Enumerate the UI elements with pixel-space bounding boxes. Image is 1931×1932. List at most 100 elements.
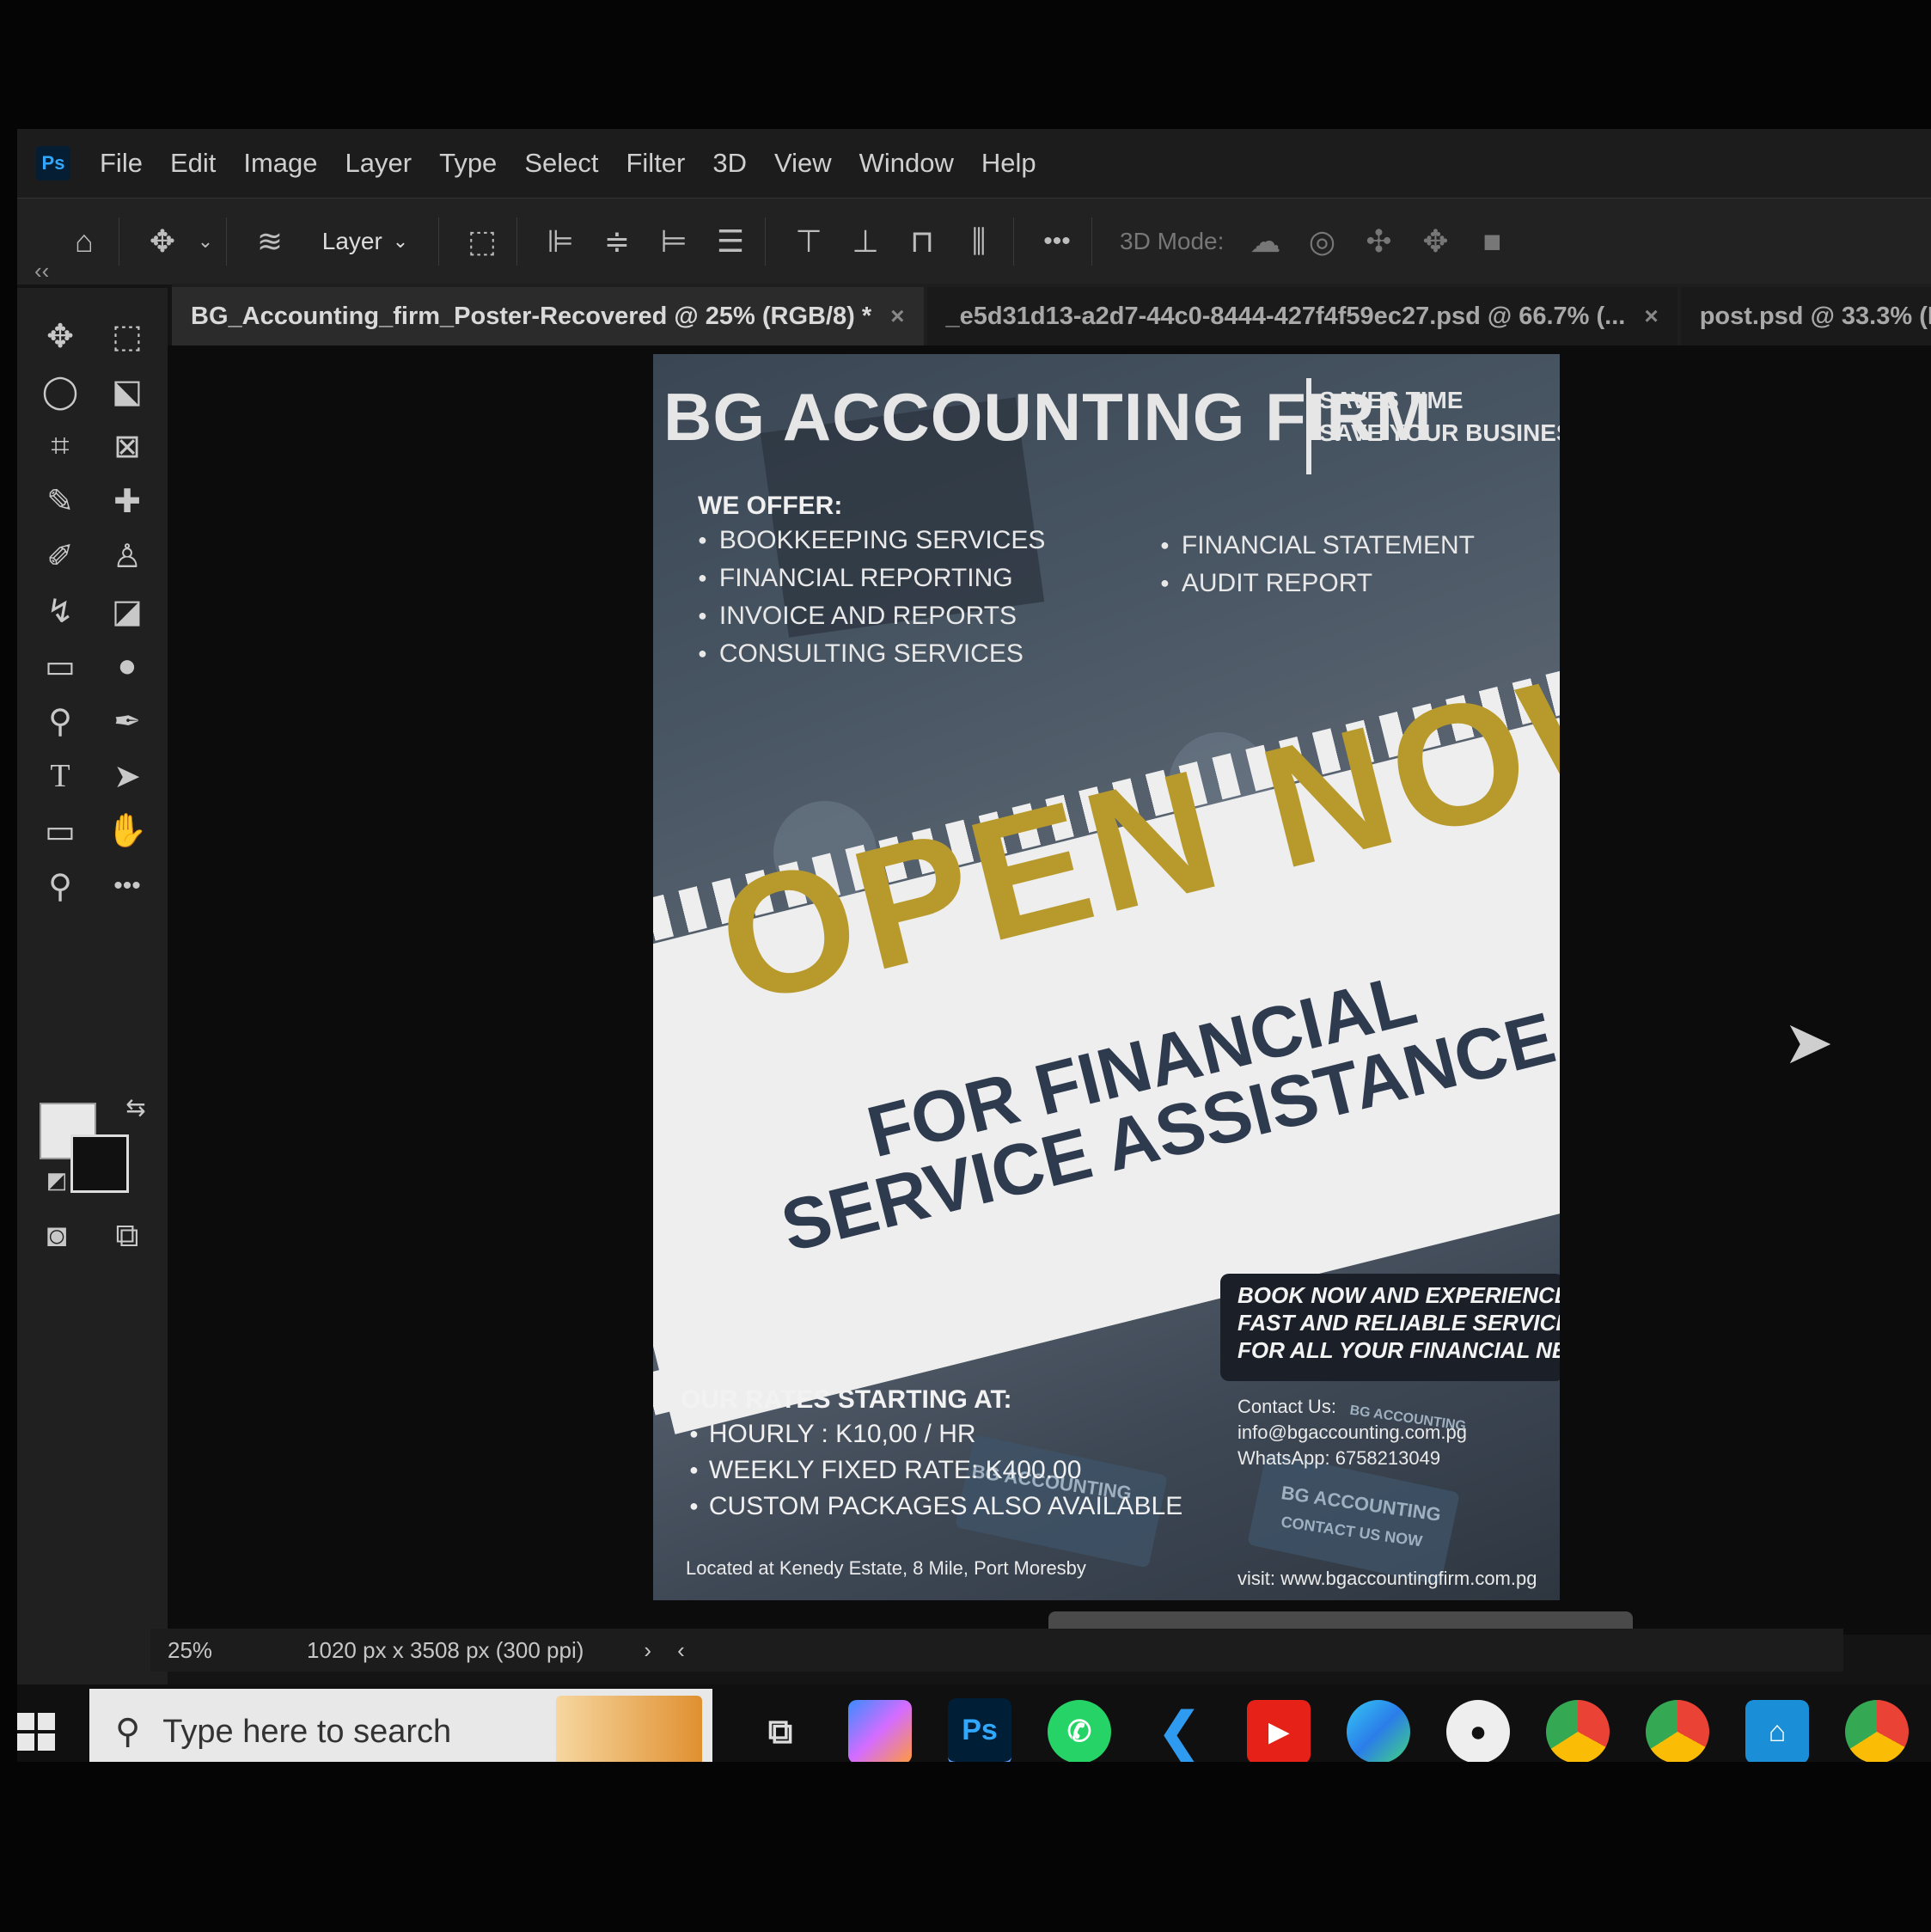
chevron-down-icon: ⌄ — [392, 230, 409, 252]
menu-image[interactable]: Image — [243, 148, 317, 179]
tab-e5d31d13-psd[interactable]: _e5d31d13-a2d7-44c0-8444-427f4f59ec27.ps… — [926, 287, 1677, 345]
more-tools-icon[interactable]: ••• — [103, 862, 151, 910]
auto-select-dropdown[interactable]: Layer ⌄ — [302, 216, 428, 267]
default-colors-icon[interactable]: ◩ — [33, 1156, 81, 1204]
tab-label: BG_Accounting_firm_Poster-Recovered @ 25… — [191, 302, 872, 330]
slide-3d-icon[interactable]: ✥ — [1411, 216, 1459, 267]
zoom-tool-icon[interactable]: ⚲ — [36, 862, 84, 910]
object-select-tool-icon[interactable]: ⬕ — [103, 367, 151, 415]
align-bottom-icon[interactable]: ⊓ — [898, 216, 946, 267]
service-item: CONSULTING SERVICES — [698, 639, 1024, 669]
align-right-icon[interactable]: ⊨ — [650, 216, 698, 267]
tab-label: _e5d31d13-a2d7-44c0-8444-427f4f59ec27.ps… — [945, 302, 1626, 330]
rate-item: HOURLY : K10,00 / HR — [689, 1420, 976, 1449]
service-item: AUDIT REPORT — [1160, 569, 1372, 598]
poster-title: BG ACCOUNTING FIRM — [663, 379, 1433, 455]
copilot-icon[interactable] — [848, 1700, 912, 1762]
align-top-icon[interactable]: ⊤ — [785, 216, 833, 267]
menu-3d[interactable]: 3D — [712, 148, 747, 179]
transform-controls-icon[interactable]: ⬚ — [458, 216, 506, 267]
blur-tool-icon[interactable]: ● — [103, 642, 151, 690]
align-left-icon[interactable]: ⊫ — [536, 216, 584, 267]
chevron-down-icon[interactable]: ⌄ — [195, 216, 216, 267]
edge-icon[interactable] — [1347, 1700, 1410, 1762]
book-now-line: BOOK NOW AND EXPERIENCE — [1237, 1282, 1560, 1308]
move-tool-icon[interactable]: ✥ — [138, 216, 186, 267]
whatsapp-icon[interactable]: ✆ — [1048, 1700, 1111, 1762]
chevron-left-icon[interactable]: ‹ — [677, 1637, 685, 1664]
quick-mask-icon[interactable]: ◙ — [33, 1212, 81, 1260]
collapse-panel-icon[interactable]: ‹‹ — [34, 258, 49, 284]
3d-mode-label: 3D Mode: — [1120, 228, 1225, 254]
menu-filter[interactable]: Filter — [626, 148, 685, 179]
menu-file[interactable]: File — [100, 148, 143, 179]
ps-logo-icon[interactable]: Ps — [36, 146, 70, 180]
brush-tool-icon[interactable]: ✐ — [36, 532, 84, 580]
store-icon[interactable]: ⌂ — [1745, 1700, 1809, 1762]
tagline-saves-time: SAVES TIME — [1319, 387, 1464, 413]
youtube-icon[interactable]: ▶ — [1247, 1700, 1311, 1762]
menu-window[interactable]: Window — [859, 148, 954, 179]
chrome-icon[interactable] — [1546, 1700, 1610, 1762]
menu-layer[interactable]: Layer — [345, 148, 412, 179]
menu-edit[interactable]: Edit — [170, 148, 216, 179]
distribute-vertical-icon[interactable]: ⫼ — [955, 216, 1003, 267]
zoom-level[interactable]: 25% — [168, 1637, 212, 1664]
align-center-icon[interactable]: ≑ — [593, 216, 641, 267]
menu-view[interactable]: View — [774, 148, 832, 179]
auto-select-icon[interactable]: ≋ — [246, 216, 294, 267]
eyedropper-tool-icon[interactable]: ✎ — [36, 477, 84, 525]
close-icon[interactable]: × — [1644, 303, 1658, 330]
tab-bg-accounting-poster[interactable]: BG_Accounting_firm_Poster-Recovered @ 25… — [172, 287, 924, 345]
crop-tool-icon[interactable]: ⌗ — [36, 422, 84, 470]
rates-heading: OUR RATES STARTING AT: — [681, 1385, 1012, 1414]
eraser-tool-icon[interactable]: ◪ — [103, 587, 151, 635]
distribute-icon[interactable]: ☰ — [706, 216, 755, 267]
options-bar: ⌂ ✥ ⌄ ≋ Layer ⌄ ⬚ ⊫ ≑ ⊨ ☰ ⊤ ⊥ ⊓ ⫼ ••• 3D … — [17, 198, 1931, 284]
screen-mode-icon[interactable]: ⧉ — [103, 1212, 151, 1260]
video-camera-icon[interactable]: ■ — [1468, 216, 1516, 267]
chrome-profile-icon[interactable] — [1646, 1700, 1709, 1762]
swap-colors-icon[interactable]: ⇆ — [112, 1083, 160, 1131]
windows-start-icon[interactable] — [17, 1713, 55, 1751]
menu-type[interactable]: Type — [439, 148, 497, 179]
frame-tool-icon[interactable]: ⊠ — [103, 422, 151, 470]
history-brush-icon[interactable]: ↯ — [36, 587, 84, 635]
task-view-icon[interactable]: ⧉ — [749, 1700, 812, 1762]
home-icon[interactable]: ⌂ — [60, 216, 108, 267]
orbit-3d-icon[interactable]: ☁ — [1241, 216, 1289, 267]
contact-heading: Contact Us: — [1237, 1396, 1336, 1417]
github-icon[interactable]: ● — [1446, 1700, 1510, 1762]
stamp-tool-icon[interactable]: ♙ — [103, 532, 151, 580]
chevron-right-icon[interactable]: › — [644, 1637, 651, 1664]
rectangle-tool-icon[interactable]: ▭ — [36, 807, 84, 855]
menu-bar: Ps File Edit Image Layer Type Select Fil… — [17, 129, 1931, 198]
vscode-icon[interactable]: ❮ — [1147, 1700, 1211, 1762]
lasso-tool-icon[interactable]: ◯ — [36, 367, 84, 415]
drag-3d-icon[interactable]: ✣ — [1354, 216, 1402, 267]
document-tabs: BG_Accounting_firm_Poster-Recovered @ 25… — [172, 284, 1931, 345]
type-tool-icon[interactable]: T — [36, 752, 84, 800]
healing-brush-icon[interactable]: ✚ — [103, 477, 151, 525]
canvas-area[interactable]: BG ACCOUNTING FIRM SAVES TIME SAVE YOUR … — [168, 345, 1931, 1635]
path-select-tool-icon[interactable]: ➤ — [103, 752, 151, 800]
move-tool-icon[interactable]: ✥ — [36, 312, 84, 360]
pen-tool-icon[interactable]: ✒ — [103, 697, 151, 745]
service-item: FINANCIAL REPORTING — [698, 564, 1013, 593]
gradient-tool-icon[interactable]: ▭ — [36, 642, 84, 690]
photoshop-taskbar-icon[interactable]: Ps — [948, 1698, 1011, 1762]
hand-tool-icon[interactable]: ✋ — [103, 807, 151, 855]
align-middle-icon[interactable]: ⊥ — [841, 216, 889, 267]
poster-canvas[interactable]: BG ACCOUNTING FIRM SAVES TIME SAVE YOUR … — [653, 354, 1560, 1600]
chrome-profile-icon[interactable] — [1845, 1700, 1909, 1762]
roll-3d-icon[interactable]: ◎ — [1298, 216, 1346, 267]
more-options-icon[interactable]: ••• — [1033, 216, 1081, 267]
contact-email: info@bgaccounting.com.pg — [1237, 1421, 1467, 1443]
close-icon[interactable]: × — [890, 303, 904, 330]
menu-select[interactable]: Select — [524, 148, 598, 179]
dodge-tool-icon[interactable]: ⚲ — [36, 697, 84, 745]
menu-help[interactable]: Help — [981, 148, 1036, 179]
taskbar-search-box[interactable]: ⚲ Type here to search — [89, 1689, 712, 1762]
tab-post-psd[interactable]: post.psd @ 33.3% (R — [1680, 287, 1931, 345]
marquee-tool-icon[interactable]: ⬚ — [103, 312, 151, 360]
